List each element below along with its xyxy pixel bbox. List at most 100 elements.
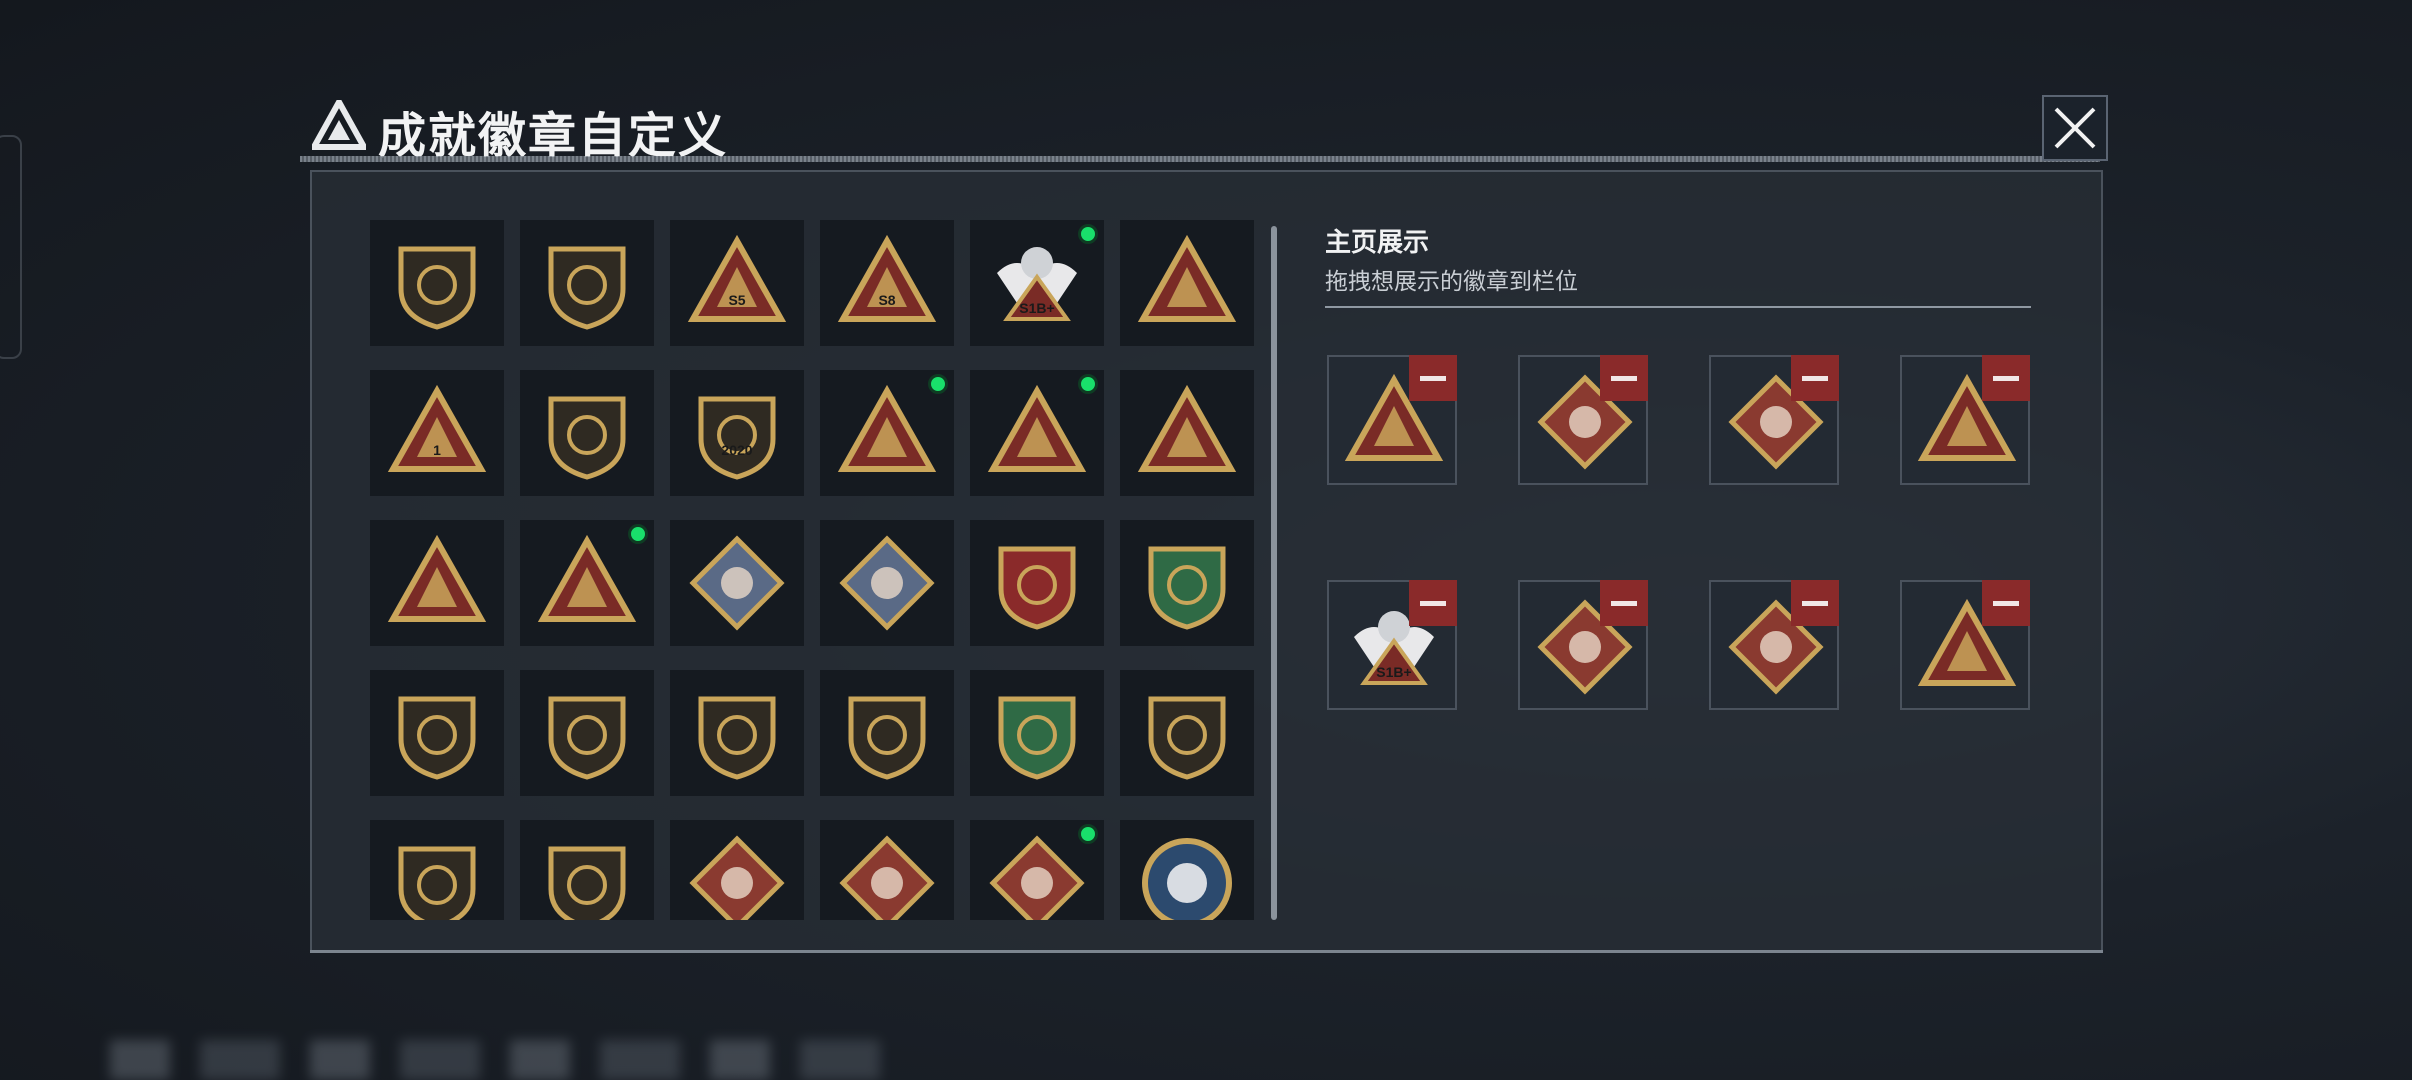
hands-gem-triangle-icon	[1137, 384, 1237, 472]
side-edge-tab	[0, 135, 22, 359]
badge-cell[interactable]	[1120, 520, 1254, 646]
showcase-subtitle: 拖拽想展示的徽章到栏位	[1325, 268, 1578, 294]
showcase-slot[interactable]	[1518, 355, 1648, 485]
s5-bag-triangle-icon: S5	[687, 234, 787, 322]
new-badge-dot	[928, 374, 948, 394]
close-button[interactable]	[2042, 95, 2108, 161]
winged-skull-s1b-icon: S1B+	[997, 247, 1077, 321]
showcase-slot[interactable]	[1709, 580, 1839, 710]
showcase-slot[interactable]	[1327, 355, 1457, 485]
wolf-diamond-icon	[689, 835, 785, 920]
badge-cell[interactable]: 2020	[670, 370, 804, 496]
rifle-green-shield-icon	[998, 696, 1076, 780]
usb-drive-triangle-icon	[837, 384, 937, 472]
panel-bottom-edge	[310, 950, 2103, 953]
badge-cell[interactable]	[520, 220, 654, 346]
badge-cell[interactable]	[1120, 370, 1254, 496]
new-badge-dot	[628, 524, 648, 544]
badge-cell[interactable]	[520, 670, 654, 796]
new-badge-dot	[1078, 224, 1098, 244]
badge-label: 2020	[721, 442, 752, 458]
header-divider	[300, 156, 2100, 162]
rocket-triangle-icon	[537, 534, 637, 622]
remove-badge-button[interactable]	[1791, 355, 1839, 401]
eagle-circle-icon	[1142, 838, 1232, 920]
showcase-slot[interactable]: S1B+	[1327, 580, 1457, 710]
tri-logo-shield-icon	[398, 246, 476, 330]
remove-badge-button[interactable]	[1409, 580, 1457, 626]
badge-cell[interactable]	[520, 520, 654, 646]
wolf-diamond-icon	[839, 835, 935, 920]
runner-diamond-icon	[989, 835, 1085, 920]
badge-cell[interactable]	[820, 820, 954, 920]
badge-cell[interactable]	[820, 370, 954, 496]
badge-label: S5	[728, 292, 745, 308]
badge-cell[interactable]	[520, 820, 654, 920]
star-shield-icon	[998, 546, 1076, 630]
badge-cell[interactable]	[670, 670, 804, 796]
crosshair-head-icon	[698, 696, 776, 780]
remove-badge-button[interactable]	[1982, 580, 2030, 626]
soldiers-triangle-icon	[387, 534, 487, 622]
badge-cell[interactable]	[970, 670, 1104, 796]
rose-diamond-icon	[689, 535, 785, 631]
badge-cell[interactable]	[1120, 820, 1254, 920]
winged-shield-icon	[398, 696, 476, 780]
badge-cell[interactable]	[370, 820, 504, 920]
delta-force-tank-icon	[548, 396, 626, 480]
green-shield-icon	[1148, 546, 1226, 630]
badge-cell[interactable]	[370, 670, 504, 796]
helmet-triangle-icon	[987, 384, 1087, 472]
badge-cell[interactable]	[670, 820, 804, 920]
crossed-rifles-shield-icon	[548, 846, 626, 920]
close-icon	[2054, 107, 2096, 149]
badge-label: S1B+	[1376, 664, 1411, 680]
boat-diamond-icon	[839, 535, 935, 631]
badge-cell[interactable]	[370, 520, 504, 646]
remove-badge-button[interactable]	[1600, 580, 1648, 626]
new-badge-dot	[1078, 824, 1098, 844]
crosshair-skull-icon	[848, 696, 926, 780]
badge-label: 1	[433, 442, 441, 458]
badge-cell[interactable]	[670, 520, 804, 646]
gold-egg-triangle-icon	[1137, 234, 1237, 322]
badge-cell[interactable]: 1	[370, 370, 504, 496]
dialog-header: 成就徽章自定义	[300, 90, 2100, 163]
badge-cell[interactable]	[520, 370, 654, 496]
showcase-divider	[1325, 306, 2031, 308]
delta-logo-icon	[312, 100, 366, 150]
badge-cell[interactable]	[1120, 220, 1254, 346]
remove-badge-button[interactable]	[1982, 355, 2030, 401]
rifle-shield-icon	[398, 846, 476, 920]
badge-cell[interactable]	[970, 820, 1104, 920]
badge-cell[interactable]: S1B+	[970, 220, 1104, 346]
badge-cell[interactable]	[970, 370, 1104, 496]
remove-badge-button[interactable]	[1409, 355, 1457, 401]
badge-label: S8	[878, 292, 895, 308]
rifle-bronze-shield-icon	[1148, 696, 1226, 780]
gem-shield-icon	[548, 696, 626, 780]
showcase-slot[interactable]	[1518, 580, 1648, 710]
badge-label: S1B+	[1019, 300, 1054, 316]
badge-grid[interactable]: S5 S8 S1B+ 1 2020	[370, 220, 1260, 920]
showcase-slot[interactable]	[1709, 355, 1839, 485]
blurred-footer-text	[110, 1040, 910, 1080]
showcase-slot[interactable]	[1900, 355, 2030, 485]
remove-badge-button[interactable]	[1600, 355, 1648, 401]
number-one-triangle-icon: 1	[387, 384, 487, 472]
badge-cell[interactable]	[820, 670, 954, 796]
showcase-title: 主页展示	[1325, 227, 1430, 257]
new-badge-dot	[1078, 374, 1098, 394]
badge-cell[interactable]	[1120, 670, 1254, 796]
grid-scrollbar[interactable]	[1271, 226, 1277, 920]
helicopter-shield-icon	[548, 246, 626, 330]
badge-cell[interactable]: S5	[670, 220, 804, 346]
showcase-slot[interactable]	[1900, 580, 2030, 710]
s8-bag-triangle-icon: S8	[837, 234, 937, 322]
remove-badge-button[interactable]	[1791, 580, 1839, 626]
badge-cell[interactable]	[370, 220, 504, 346]
badge-cell[interactable]	[970, 520, 1104, 646]
delta-force-2020-icon: 2020	[698, 396, 776, 480]
badge-cell[interactable]: S8	[820, 220, 954, 346]
badge-cell[interactable]	[820, 520, 954, 646]
